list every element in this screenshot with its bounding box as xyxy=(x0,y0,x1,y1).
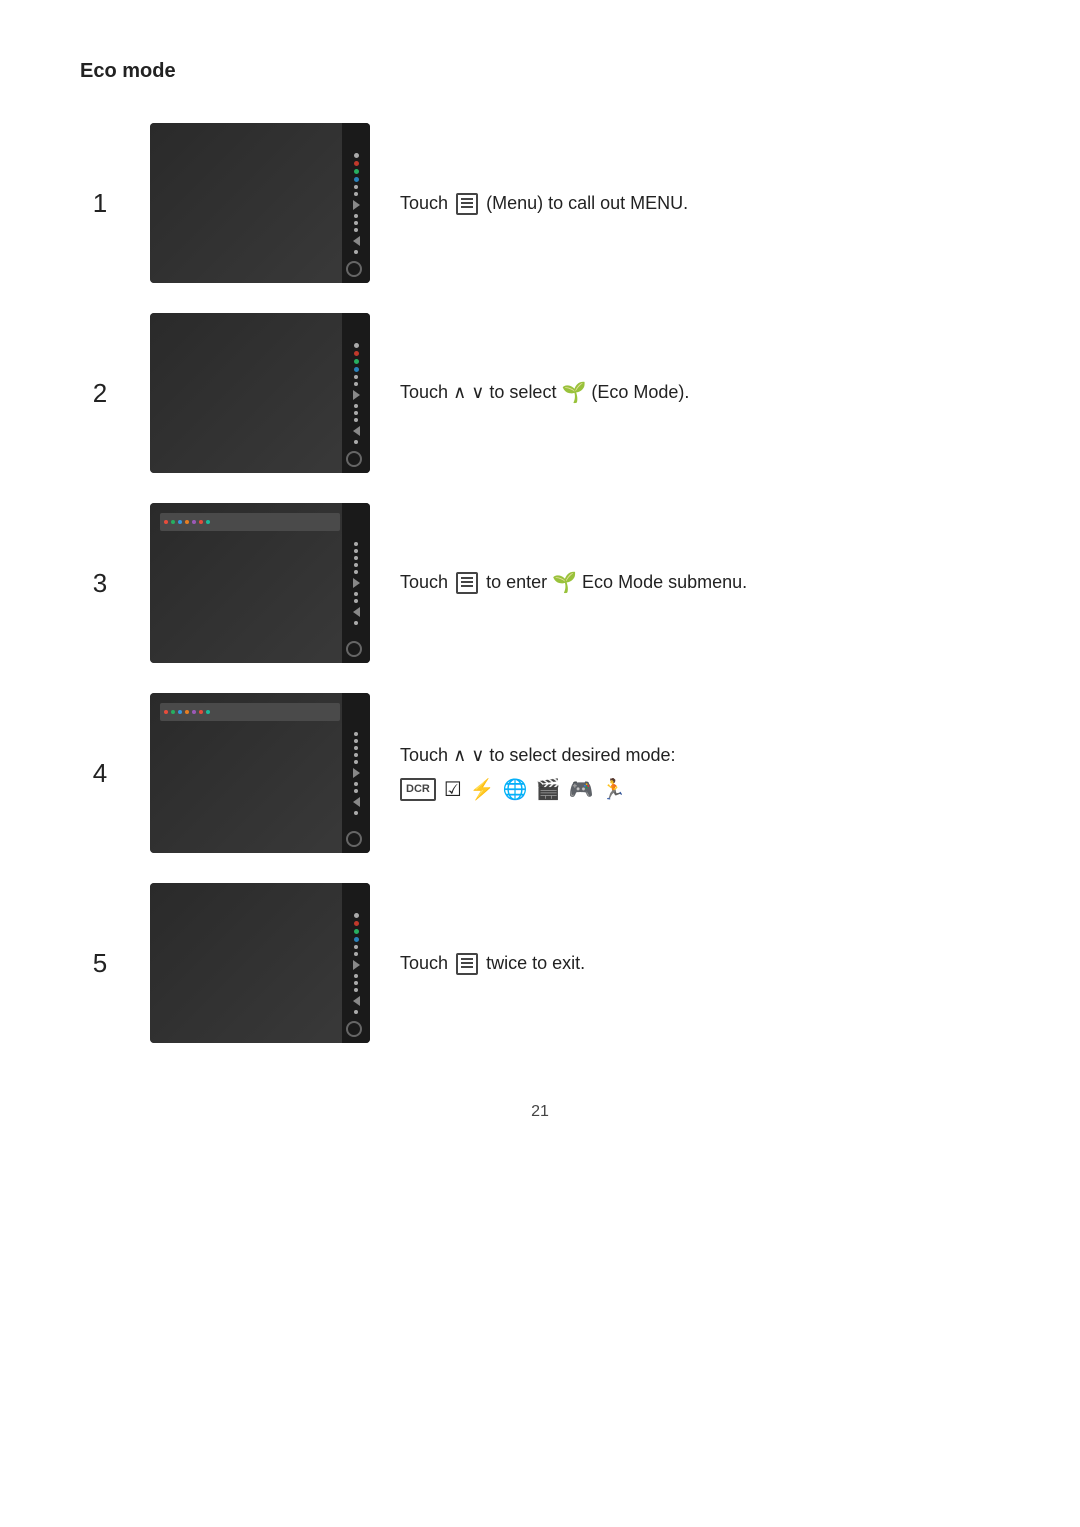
enter-text-3: to enter xyxy=(486,572,552,592)
menu-text-1: (Menu) to call out MENU. xyxy=(486,193,688,213)
monitor-image-4 xyxy=(150,693,370,853)
menu-icon-5 xyxy=(456,953,478,975)
step-row-4: 4 xyxy=(80,693,1000,853)
check-icon: ☑ xyxy=(444,775,462,805)
step-desc-4: Touch ∧ ∨ to select desired mode: DCR ☑ … xyxy=(400,742,1000,805)
step-desc-1: Touch (Menu) to call out MENU. xyxy=(400,190,1000,217)
step-row-2: 2 Touc xyxy=(80,313,1000,473)
run-icon: 🏃 xyxy=(601,775,626,805)
step-row-5: 5 Touc xyxy=(80,883,1000,1043)
monitor-image-3 xyxy=(150,503,370,663)
monitor-image-5 xyxy=(150,883,370,1043)
touch-label-3: Touch xyxy=(400,572,448,592)
twice-text-5: twice to exit. xyxy=(486,953,585,973)
eco-icon-2: 🌱 xyxy=(561,378,586,408)
monitor-image-1 xyxy=(150,123,370,283)
step-row-3: 3 xyxy=(80,503,1000,663)
page-title: Eco mode xyxy=(80,60,1000,83)
step-desc-2: Touch ∧ ∨ to select 🌱 (Eco Mode). xyxy=(400,378,1000,408)
monitor-image-2 xyxy=(150,313,370,473)
step-desc-5: Touch twice to exit. xyxy=(400,950,1000,977)
step-number-2: 2 xyxy=(80,378,120,409)
game-icon: 🎮 xyxy=(569,775,594,805)
eco-icon-3: 🌱 xyxy=(552,568,577,598)
touch-label-2: Touch xyxy=(400,382,448,402)
touch-label-4: Touch xyxy=(400,745,448,765)
lightning-icon: ⚡ xyxy=(470,775,495,805)
touch-label-5: Touch xyxy=(400,953,448,973)
menu-icon-1 xyxy=(456,193,478,215)
movie-icon: 🎬 xyxy=(536,775,561,805)
step-number-3: 3 xyxy=(80,568,120,599)
eco-submenu-3: Eco Mode submenu. xyxy=(582,572,747,592)
step-number-1: 1 xyxy=(80,188,120,219)
eco-mode-text-2: (Eco Mode). xyxy=(591,382,689,402)
step-desc-3: Touch to enter 🌱 Eco Mode submenu. xyxy=(400,568,1000,598)
page-number: 21 xyxy=(80,1103,1000,1121)
arrow-keys-4: ∧ ∨ to select desired mode: xyxy=(453,745,675,765)
touch-label-1: Touch xyxy=(400,193,448,213)
step-number-4: 4 xyxy=(80,758,120,789)
arrow-keys-2: ∧ ∨ to select xyxy=(453,382,561,402)
mode-icons-row: DCR ☑ ⚡ 🌐 🎬 🎮 🏃 xyxy=(400,775,1000,805)
step-number-5: 5 xyxy=(80,948,120,979)
browse-icon: 🌐 xyxy=(503,775,528,805)
menu-icon-3 xyxy=(456,572,478,594)
step-row-1: 1 Touc xyxy=(80,123,1000,283)
steps-container: 1 Touc xyxy=(80,123,1000,1043)
dcr-icon: DCR xyxy=(400,778,436,801)
